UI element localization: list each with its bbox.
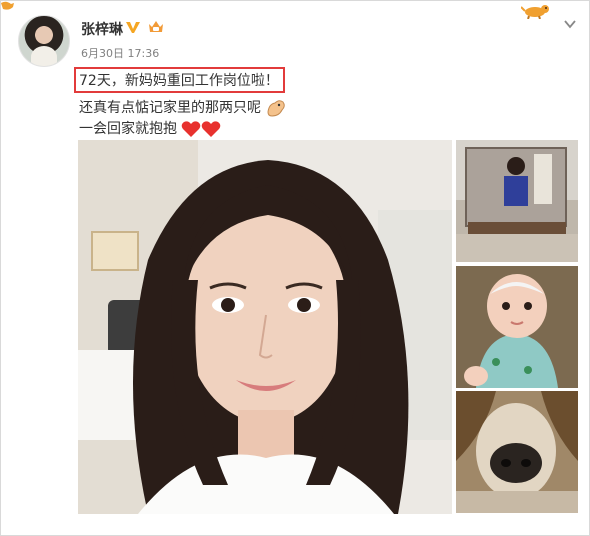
- avatar[interactable]: [18, 15, 70, 67]
- verified-v-icon: [126, 22, 140, 33]
- username-link[interactable]: 张梓琳: [81, 19, 123, 39]
- post-text-line-1: 72天，新妈妈重回工作岗位啦！: [79, 73, 279, 89]
- heart-icon: [182, 121, 201, 137]
- post-text-line-2-wrapper: 还真有点惦记家里的那两只呢: [79, 97, 287, 118]
- dog-sticker-icon: [1, 1, 14, 10]
- highlighted-text-line: 72天，新妈妈重回工作岗位啦！: [74, 67, 285, 93]
- post-text-line-3-wrapper: 一会回家就抱抱: [79, 118, 221, 138]
- member-crown-icon[interactable]: [147, 18, 165, 36]
- mirror-selfie-photo[interactable]: [456, 140, 578, 262]
- dog-paw-emoji-icon: [267, 100, 286, 117]
- main-selfie-photo[interactable]: [78, 140, 452, 514]
- post-timestamp[interactable]: 6月30日 17:36: [81, 45, 159, 61]
- heart-icon: [202, 121, 221, 137]
- chevron-down-icon[interactable]: [563, 17, 577, 31]
- weibo-post-card: 张梓琳 6月30日 17:36 72天，新妈妈重回工作岗位啦！ 还真有点惦记家里…: [0, 0, 590, 536]
- baby-photo[interactable]: [456, 266, 578, 388]
- dog-sticker-icon: [521, 5, 549, 19]
- post-text-line-2: 还真有点惦记家里的那两只呢: [79, 100, 261, 116]
- dog-closeup-photo[interactable]: [456, 391, 578, 513]
- post-text-line-3: 一会回家就抱抱: [79, 121, 177, 137]
